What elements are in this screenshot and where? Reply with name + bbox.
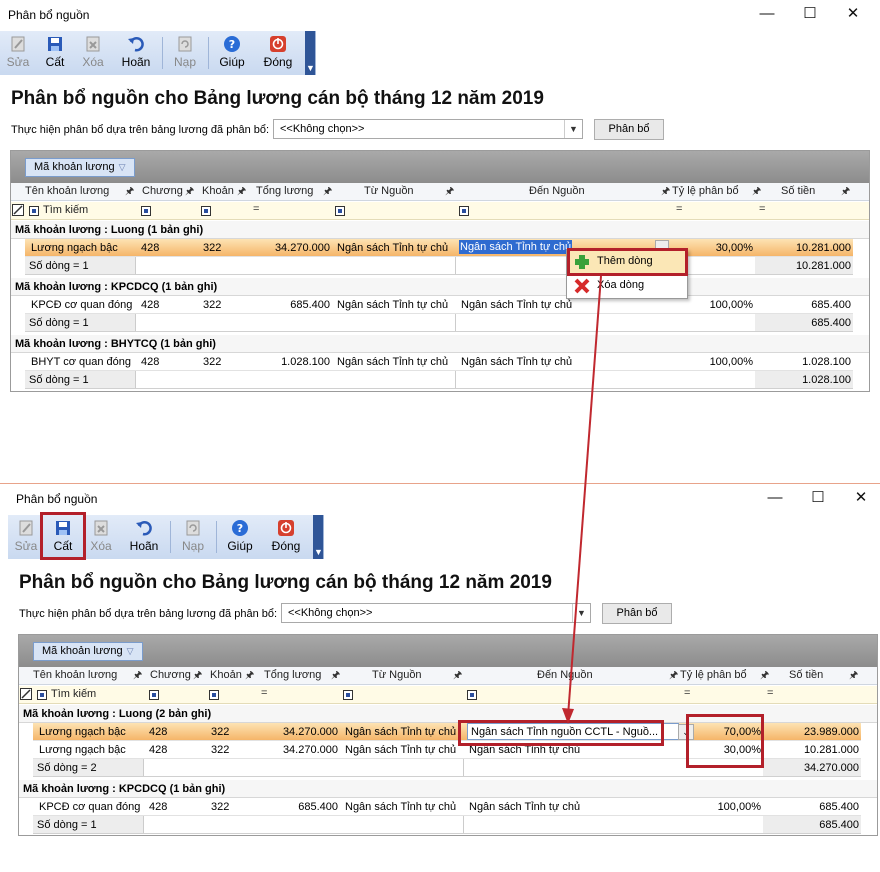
annotation-arrow [562,275,602,724]
